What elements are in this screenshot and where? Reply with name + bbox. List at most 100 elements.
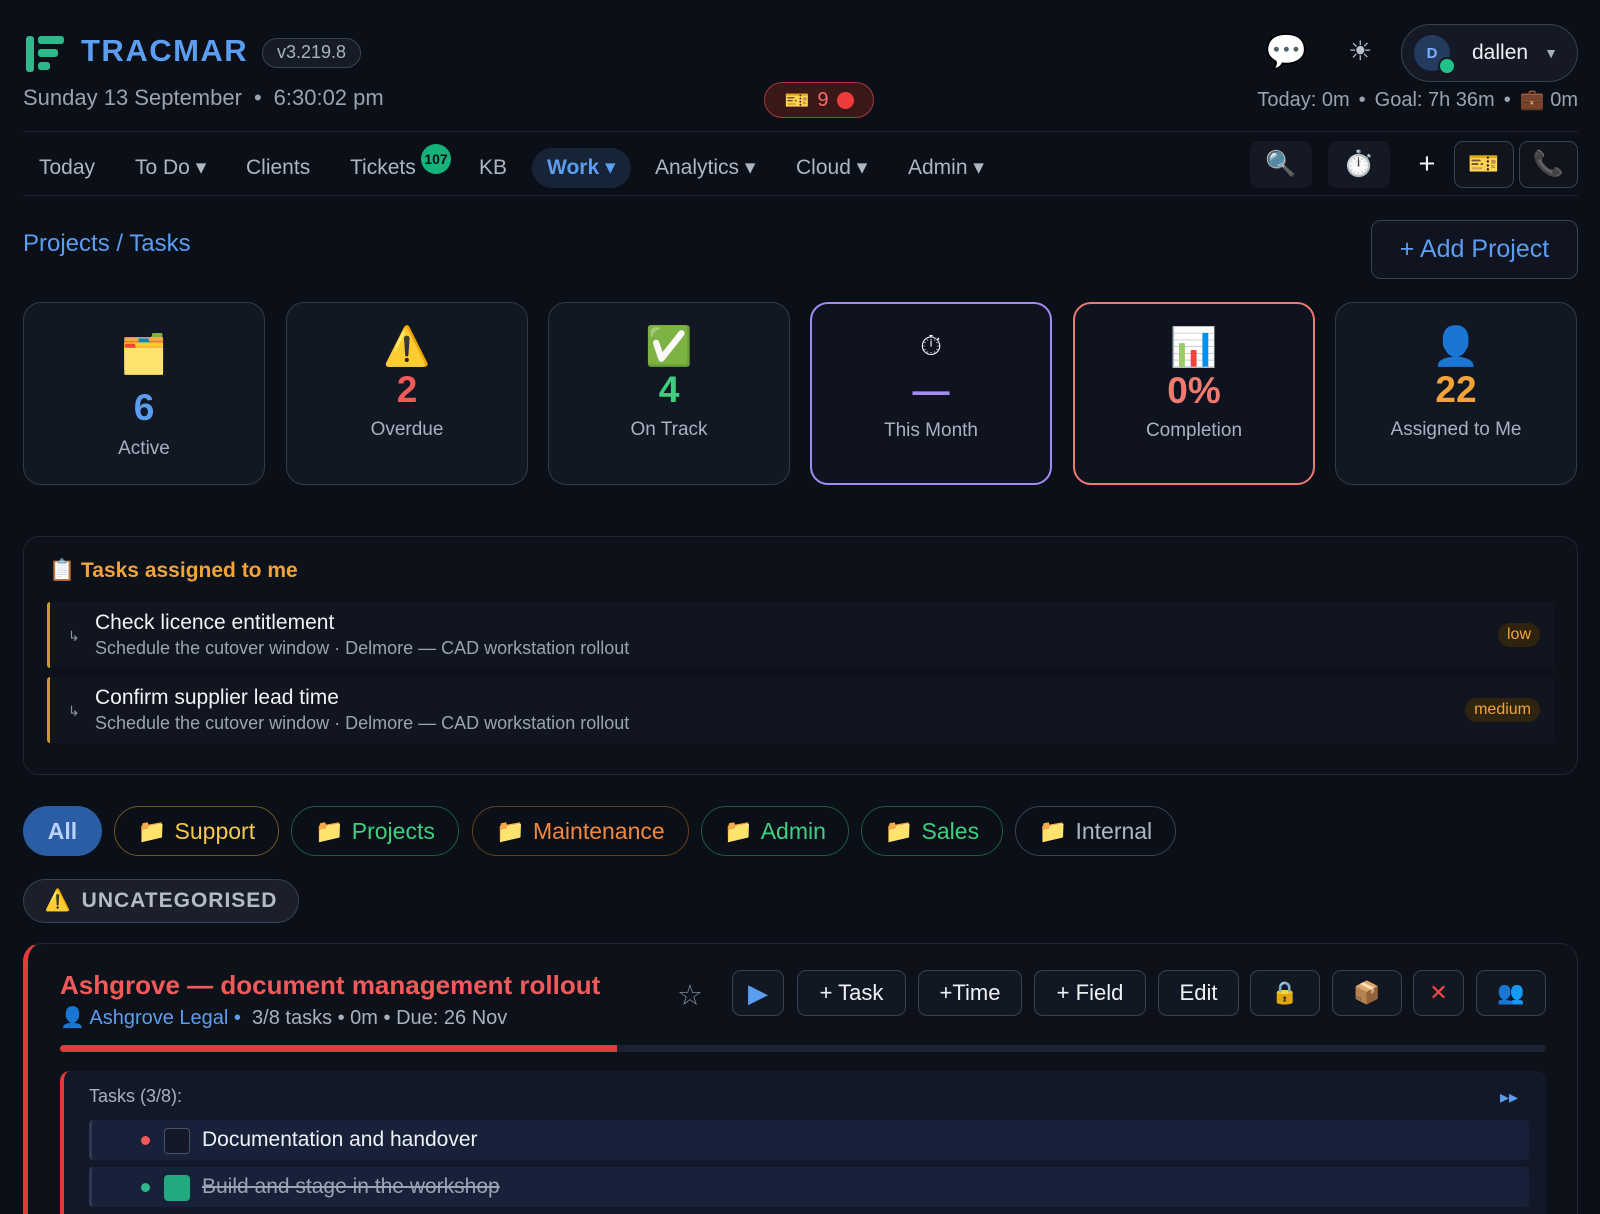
open-tickets-count: 9 — [817, 88, 829, 111]
add-task-button[interactable]: + Task — [797, 970, 906, 1016]
chat-bubble-icon[interactable]: 💬 — [1265, 32, 1307, 72]
version-badge: v3.219.8 — [262, 38, 362, 68]
username: dallen — [1472, 41, 1529, 64]
task-checkbox[interactable] — [164, 1128, 190, 1154]
tasks-count-label: Tasks (3/8): — [89, 1086, 183, 1106]
nav-divider — [23, 195, 1578, 196]
breadcrumb[interactable]: Projects / Tasks — [23, 230, 191, 258]
nav-tickets[interactable]: Tickets — [350, 148, 416, 188]
person-icon: 👤 — [1432, 326, 1480, 368]
assigned-task-context: Schedule the cutover window · Delmore — … — [95, 713, 630, 733]
phone-icon[interactable]: 📞 — [1519, 141, 1578, 188]
add-project-button[interactable]: + Add Project — [1371, 220, 1578, 279]
filter-projects[interactable]: 📁 Projects — [291, 806, 459, 856]
star-icon[interactable]: ☆ — [677, 978, 703, 1013]
stat-label: This Month — [884, 420, 978, 441]
briefcase-time: 0m — [1550, 89, 1578, 111]
priority-badge: medium — [1465, 698, 1540, 722]
lock-icon: 🔒 — [1271, 980, 1299, 1005]
stat-active[interactable]: 🗂️ 6 Active — [23, 302, 265, 485]
brand-name[interactable]: TRACMAR — [81, 33, 248, 69]
filter-maintenance[interactable]: 📁 Maintenance — [472, 806, 689, 856]
stopwatch-icon: ⏱ — [920, 330, 942, 361]
nav-analytics[interactable]: Analytics ▾ — [655, 148, 755, 188]
start-timer-button[interactable]: ▶ — [732, 970, 784, 1016]
stat-label: Assigned to Me — [1390, 419, 1522, 440]
task-checkbox[interactable] — [164, 1175, 190, 1201]
stat-completion[interactable]: 📊 0% Completion — [1073, 302, 1315, 485]
lock-button[interactable]: 🔒 — [1250, 970, 1320, 1016]
project-client-link[interactable]: 👤 Ashgrove Legal • — [60, 1007, 241, 1029]
nav-work[interactable]: Work ▾ — [532, 148, 631, 188]
goal-time: Goal: 7h 36m — [1374, 89, 1495, 111]
stat-this-month[interactable]: ⏱ — This Month — [810, 302, 1052, 485]
nav-cloud[interactable]: Cloud ▾ — [796, 148, 867, 188]
archive-button[interactable]: 📦 — [1332, 970, 1402, 1016]
task-row[interactable]: Documentation and handover — [89, 1120, 1529, 1160]
folder-icon: 📁 — [724, 817, 753, 844]
sun-icon[interactable]: ☀ — [1348, 36, 1372, 67]
assigned-task-item[interactable]: ↳ Check licence entitlement Schedule the… — [47, 602, 1555, 668]
uncategorised-group-label[interactable]: ⚠️ UNCATEGORISED — [23, 879, 299, 923]
filter-sales[interactable]: 📁 Sales — [861, 806, 1003, 856]
package-icon: 📦 — [1353, 980, 1381, 1005]
team-button[interactable]: 👥 — [1476, 970, 1546, 1016]
header-divider — [23, 131, 1578, 132]
stat-value: 2 — [396, 369, 418, 410]
assigned-task-title: Check licence entitlement — [95, 611, 335, 634]
avatar: D — [1414, 35, 1456, 75]
stat-assigned-to-me[interactable]: 👤 22 Assigned to Me — [1335, 302, 1577, 485]
project-meta: 👤 Ashgrove Legal • 3/8 tasks • 0m • Due:… — [60, 1005, 507, 1030]
plus-icon[interactable]: + — [1396, 141, 1458, 188]
open-tickets-alert[interactable]: 🎫 9 — [764, 82, 874, 118]
nav-admin[interactable]: Admin ▾ — [908, 148, 984, 188]
nav-today[interactable]: Today — [39, 148, 95, 188]
stat-overdue[interactable]: ⚠️ 2 Overdue — [286, 302, 528, 485]
stat-value: 4 — [658, 369, 680, 410]
folder-icon: 📁 — [1038, 817, 1068, 844]
ticket-icon: 🎫 — [784, 89, 810, 112]
assigned-tasks-title: 📋 Tasks assigned to me — [49, 559, 298, 582]
avatar-initial: D — [1426, 44, 1438, 62]
stat-on-track[interactable]: ✅ 4 On Track — [548, 302, 790, 485]
edit-project-button[interactable]: Edit — [1158, 970, 1239, 1016]
close-project-button[interactable]: ✕ — [1413, 970, 1464, 1016]
assigned-task-item[interactable]: ↳ Confirm supplier lead time Schedule th… — [47, 677, 1555, 743]
project-title[interactable]: Ashgrove — document management rollout — [60, 970, 600, 1001]
add-field-button[interactable]: + Field — [1034, 970, 1146, 1016]
nav-clients[interactable]: Clients — [246, 148, 310, 188]
user-menu[interactable]: D dallen ▼ — [1401, 24, 1578, 82]
nav-kb[interactable]: KB — [479, 148, 507, 188]
online-status-icon — [1438, 57, 1456, 75]
task-row[interactable]: Build and stage in the workshop — [89, 1167, 1529, 1207]
clipboard-icon: 📋 — [49, 559, 76, 582]
filter-admin[interactable]: 📁 Admin — [701, 806, 849, 856]
assigned-task-context: Schedule the cutover window · Delmore — … — [95, 638, 630, 658]
filter-support[interactable]: 📁 Support — [114, 806, 279, 856]
search-icon[interactable]: 🔍 — [1250, 141, 1312, 188]
add-time-button[interactable]: +Time — [918, 970, 1022, 1016]
folder-icon: 📁 — [315, 817, 344, 844]
stat-value: 22 — [1435, 369, 1477, 410]
stat-value: 0% — [1167, 370, 1221, 411]
nav-todo[interactable]: To Do ▾ — [135, 148, 206, 188]
project-summary: 3/8 tasks • 0m • Due: 26 Nov — [252, 1007, 508, 1029]
ticket-icon[interactable]: 🎫 — [1454, 141, 1514, 188]
filter-internal[interactable]: 📁 Internal — [1015, 806, 1176, 856]
current-datetime: Sunday 13 September • 6:30:02 pm — [23, 85, 384, 110]
folder-icon: 📁 — [137, 817, 167, 844]
subtask-arrow-icon: ↳ — [68, 628, 80, 644]
task-status-dot-icon — [141, 1136, 150, 1145]
tickets-count-badge: 107 — [421, 144, 451, 174]
folder-icon: 📁 — [496, 817, 525, 844]
stopwatch-icon[interactable]: ⏱️ — [1328, 141, 1390, 188]
stat-label: On Track — [630, 419, 708, 440]
stat-value: 6 — [133, 387, 155, 428]
expand-icon[interactable]: ▸▸ — [1500, 1087, 1518, 1108]
warning-icon: ⚠️ — [383, 326, 431, 368]
project-progress-fill — [60, 1045, 618, 1052]
folder-icon: 📁 — [884, 817, 914, 844]
chevron-down-icon: ▼ — [1544, 45, 1558, 61]
current-date: Sunday 13 September — [23, 85, 242, 110]
filter-all[interactable]: All — [23, 806, 102, 856]
